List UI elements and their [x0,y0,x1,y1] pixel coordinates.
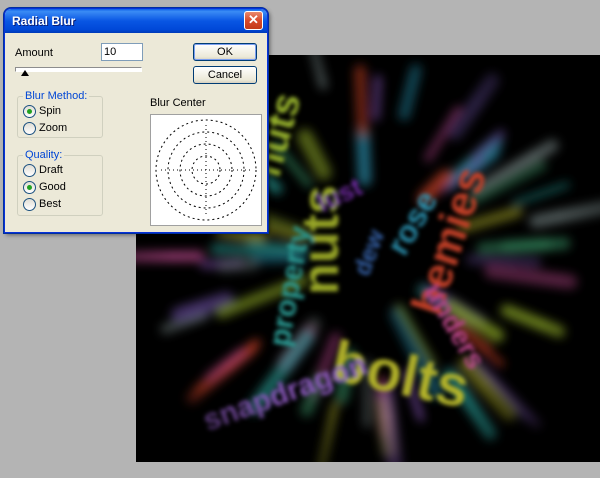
radio-button[interactable] [23,122,36,135]
radio-label: Best [39,198,62,210]
amount-input[interactable] [101,43,143,61]
radio-button[interactable] [23,164,36,177]
radio-label: Draft [39,164,63,176]
radio-label: Zoom [39,122,68,134]
blur-center-label: Blur Center [150,97,206,109]
radio-button[interactable] [23,105,36,118]
close-icon: ✕ [248,12,259,27]
quality-title: Quality: [23,149,65,161]
blur-method-title: Blur Method: [23,90,90,102]
cancel-button[interactable]: Cancel [193,66,257,84]
radial-blur-dialog: Radial Blur ✕ Amount OK Cancel Blur Meth… [4,8,268,233]
amount-label: Amount [15,47,53,59]
close-button[interactable]: ✕ [244,11,263,30]
blur-method-group: Blur Method: Spin Zoom [17,90,103,138]
quality-group: Quality: Draft Good Best [17,149,103,216]
radio-button[interactable] [23,181,36,194]
blur-center-grid [155,119,257,221]
radio-button[interactable] [23,198,36,211]
amount-slider-thumb[interactable] [21,70,29,76]
radio-label: Spin [39,105,62,117]
radio-label: Good [39,181,66,193]
blur-center-preview[interactable] [150,114,262,226]
dialog-title: Radial Blur [12,14,76,28]
ok-button[interactable]: OK [193,43,257,61]
amount-slider-track[interactable] [15,67,142,72]
dialog-titlebar[interactable]: Radial Blur ✕ [5,9,267,33]
